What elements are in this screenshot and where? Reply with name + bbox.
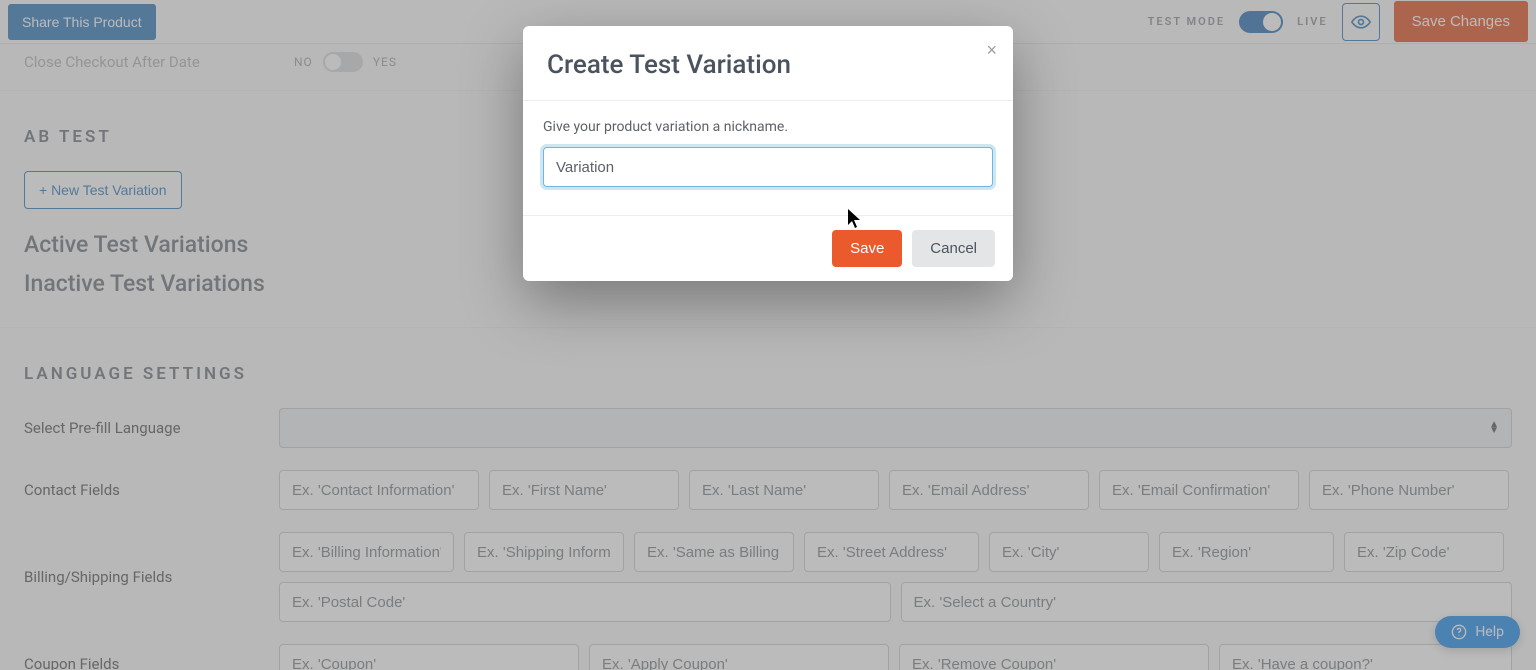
close-icon: ×	[986, 40, 997, 60]
modal-close-button[interactable]: ×	[986, 40, 997, 61]
create-test-variation-modal: Create Test Variation × Give your produc…	[523, 26, 1013, 281]
cursor-icon	[848, 209, 862, 229]
variation-nickname-input[interactable]	[543, 147, 993, 187]
modal-overlay: Create Test Variation × Give your produc…	[0, 0, 1536, 670]
modal-prompt: Give your product variation a nickname.	[543, 119, 993, 135]
modal-cancel-button[interactable]: Cancel	[912, 230, 995, 267]
modal-save-button[interactable]: Save	[832, 230, 902, 267]
modal-title: Create Test Variation	[547, 50, 989, 80]
